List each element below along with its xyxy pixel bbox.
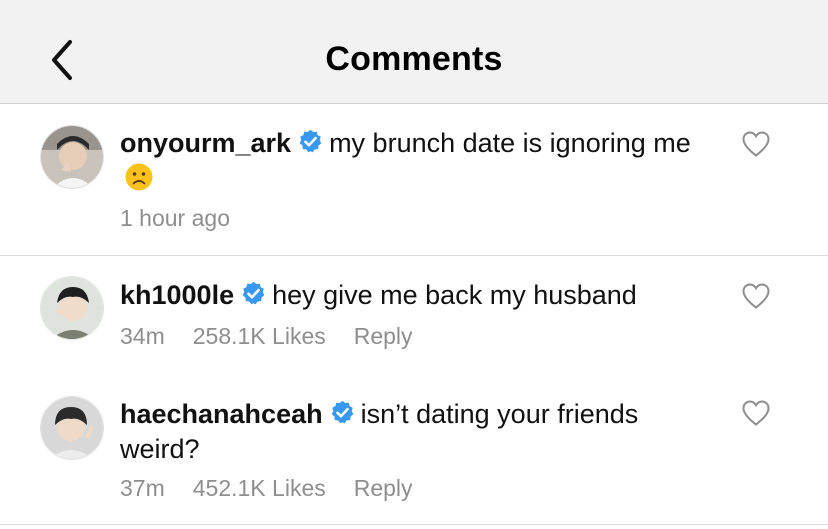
reply-button[interactable]: Reply (354, 475, 413, 501)
comment-row: haechanahceah isn’t dating your friends w… (0, 377, 828, 525)
comment-meta: 1 hour ago (120, 205, 258, 232)
comment-body: hey give me back my husband (272, 280, 637, 310)
comment-body: my brunch date is ignoring me (329, 128, 691, 158)
timestamp: 37m (120, 475, 165, 501)
avatar[interactable] (40, 276, 104, 340)
page-title: Comments (325, 40, 503, 78)
comment-text: onyourm_ark my brunch date is ignoring me (120, 126, 710, 196)
comment-meta: 37m 452.1K Likes Reply (120, 475, 441, 502)
verified-badge-icon (299, 129, 322, 153)
frowning-face-icon (125, 163, 153, 191)
chevron-left-icon (52, 40, 72, 80)
heart-icon[interactable] (741, 130, 771, 158)
reply-button[interactable]: Reply (354, 323, 413, 349)
verified-badge-icon (331, 400, 353, 424)
comment-meta: 34m 258.1K Likes Reply (120, 323, 441, 350)
comment-row: kh1000le hey give me back my husband 34m 2… (0, 257, 828, 377)
likes-count[interactable]: 258.1K Likes (193, 323, 326, 349)
comment-row: onyourm_ark my brunch date is ignoring me… (0, 104, 828, 256)
heart-icon[interactable] (741, 399, 771, 427)
timestamp: 34m (120, 323, 165, 349)
username[interactable]: kh1000le (120, 280, 234, 310)
likes-count[interactable]: 452.1K Likes (193, 475, 326, 501)
avatar[interactable] (40, 396, 104, 460)
comment-text: haechanahceah isn’t dating your friends w… (120, 397, 710, 467)
verified-badge-icon (242, 281, 265, 305)
username[interactable]: onyourm_ark (120, 128, 291, 158)
top-bar: Comments (0, 0, 828, 104)
back-button[interactable] (40, 36, 88, 84)
timestamp: 1 hour ago (120, 205, 230, 231)
avatar[interactable] (40, 125, 104, 189)
heart-icon[interactable] (741, 282, 771, 310)
comment-text: kh1000le hey give me back my husband (120, 278, 710, 313)
username[interactable]: haechanahceah (120, 399, 323, 429)
